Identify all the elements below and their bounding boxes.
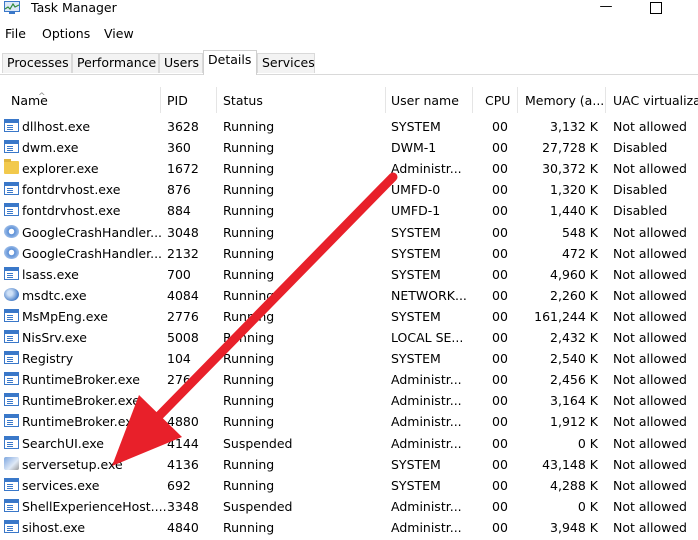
red-arrow-annotation	[112, 172, 398, 466]
arrow-shaft	[150, 172, 398, 425]
